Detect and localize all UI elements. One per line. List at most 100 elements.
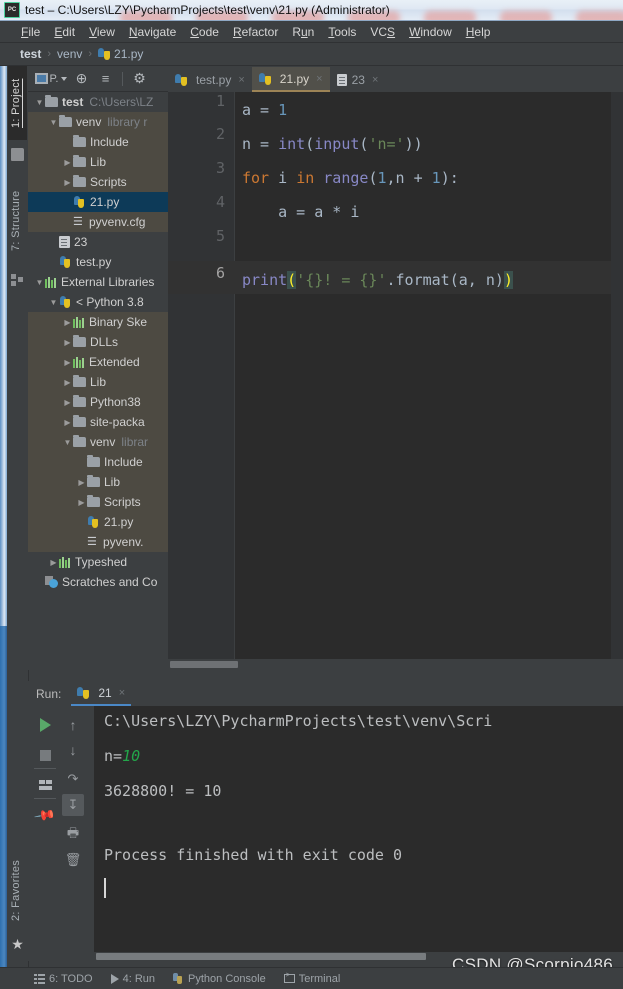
tree-row[interactable]: venv library r — [28, 112, 168, 132]
tree-toggle-arrow-icon[interactable] — [62, 398, 73, 407]
tree-row[interactable]: Lib — [28, 372, 168, 392]
tree-toggle-arrow-icon[interactable] — [62, 438, 73, 447]
console-output[interactable]: C:\Users\LZY\PycharmProjects\test\venv\S… — [94, 706, 623, 961]
editor-horizontal-scrollbar[interactable] — [168, 659, 623, 670]
project-view-selector[interactable]: P. — [34, 69, 68, 89]
layout-button[interactable] — [34, 774, 56, 796]
print-button[interactable]: 🖶 — [62, 822, 84, 844]
close-icon[interactable]: × — [316, 73, 322, 85]
code-area[interactable]: a = 1 n = int(input('n=')) for i in rang… — [234, 92, 623, 670]
tree-row[interactable]: External Libraries — [28, 272, 168, 292]
tree-row[interactable]: Scripts — [28, 172, 168, 192]
tree-row[interactable]: 23 — [28, 232, 168, 252]
breadcrumb-item-venv[interactable]: venv — [57, 47, 82, 61]
star-icon: ★ — [11, 936, 24, 952]
tree-row[interactable]: test C:\Users\LZ — [28, 92, 168, 112]
up-button[interactable]: ↑ — [62, 714, 84, 736]
settings-gear-icon[interactable]: ⚙ — [129, 69, 150, 89]
tree-row[interactable]: site-packa — [28, 412, 168, 432]
close-icon[interactable]: × — [119, 687, 125, 699]
tree-toggle-arrow-icon[interactable] — [62, 318, 73, 327]
tree-toggle-arrow-icon[interactable] — [34, 98, 45, 107]
tree-row[interactable]: Include — [28, 132, 168, 152]
down-button[interactable]: ↓ — [62, 739, 84, 761]
status-item-todo[interactable]: 6: TODO — [34, 973, 93, 985]
menu-item-help[interactable]: Help — [459, 23, 498, 41]
editor-right-gutter[interactable] — [611, 92, 623, 659]
code-line-1[interactable]: a = 1 — [234, 94, 623, 127]
tree-row[interactable]: Binary Ske — [28, 312, 168, 332]
tree-toggle-arrow-icon[interactable] — [76, 478, 87, 487]
tree-row[interactable]: Include — [28, 452, 168, 472]
menu-item-navigate[interactable]: Navigate — [122, 23, 183, 41]
close-icon[interactable]: × — [372, 74, 378, 86]
tree-row[interactable]: Python38 — [28, 392, 168, 412]
tree-row[interactable]: Typeshed — [28, 552, 168, 572]
tree-toggle-arrow-icon[interactable] — [62, 178, 73, 187]
tree-row[interactable]: Lib — [28, 472, 168, 492]
menu-item-code[interactable]: Code — [183, 23, 226, 41]
code-line-6[interactable]: print('{}! = {}'.format(a, n)) — [234, 264, 623, 297]
tree-row[interactable]: Lib — [28, 152, 168, 172]
tab-21-py[interactable]: 21.py × — [251, 67, 330, 92]
collapse-all-icon[interactable]: ≡ — [95, 69, 116, 89]
code-line-4[interactable]: a = a * i — [234, 196, 623, 229]
run-tab-21[interactable]: 21 × — [71, 682, 132, 706]
tree-toggle-arrow-icon[interactable] — [76, 498, 87, 507]
tree-row[interactable]: < Python 3.8 — [28, 292, 168, 312]
scroll-to-end-button[interactable]: ↧ — [62, 794, 84, 816]
tree-row[interactable]: Scripts — [28, 492, 168, 512]
scrollbar-thumb[interactable] — [96, 953, 426, 960]
tree-toggle-arrow-icon[interactable] — [62, 158, 73, 167]
tab-test-py[interactable]: test.py × — [168, 67, 252, 92]
tree-row[interactable]: ☰ pyvenv. — [28, 532, 168, 552]
tree-toggle-arrow-icon[interactable] — [34, 278, 45, 287]
code-line-3[interactable]: for i in range(1,n + 1): — [234, 162, 623, 195]
menu-item-vcs[interactable]: VCS — [363, 23, 402, 41]
menu-item-refactor[interactable]: Refactor — [226, 23, 285, 41]
status-item-terminal[interactable]: Terminal — [283, 972, 340, 985]
tree-toggle-arrow-icon[interactable] — [62, 378, 73, 387]
tree-toggle-arrow-icon[interactable] — [62, 338, 73, 347]
locate-file-icon[interactable]: ⊕ — [71, 69, 92, 89]
tab-23[interactable]: 23 × — [330, 67, 386, 92]
tree-toggle-arrow-icon[interactable] — [62, 418, 73, 427]
sidebar-tab-project[interactable]: 1: Project — [8, 66, 27, 140]
tree-toggle-arrow-icon[interactable] — [48, 558, 59, 567]
close-icon[interactable]: × — [238, 74, 244, 86]
code-line-2[interactable]: n = int(input('n=')) — [234, 128, 623, 161]
status-item-run[interactable]: 4: Run — [110, 973, 155, 985]
tree-row[interactable]: venv librar — [28, 432, 168, 452]
menu-item-edit[interactable]: Edit — [47, 23, 82, 41]
tree-row[interactable]: ☰ pyvenv.cfg — [28, 212, 168, 232]
code-line-5[interactable] — [234, 230, 623, 263]
menu-item-window[interactable]: Window — [402, 23, 459, 41]
tree-row[interactable]: Scratches and Co — [28, 572, 168, 592]
project-tree[interactable]: test C:\Users\LZ venv library r Include Lib Sc… — [28, 92, 168, 670]
pin-tab-button[interactable]: 📌 — [34, 803, 57, 826]
tree-row[interactable]: DLLs — [28, 332, 168, 352]
menu-item-run[interactable]: Run — [285, 23, 321, 41]
status-item-python-console[interactable]: Python Console — [173, 973, 266, 985]
rerun-button[interactable] — [34, 714, 56, 736]
code-editor[interactable]: 1 2 3 4 5 6 a = 1 n = int(input('n=')) f… — [168, 92, 623, 670]
editor-gutter[interactable]: 1 2 3 4 5 6 — [168, 92, 235, 670]
soft-wrap-button[interactable]: ↷ — [62, 768, 84, 790]
menu-item-file[interactable]: File — [14, 23, 47, 41]
breadcrumb-item-file[interactable]: 21.py — [114, 47, 143, 61]
tree-row[interactable]: test.py — [28, 252, 168, 272]
menu-item-view[interactable]: View — [82, 23, 122, 41]
tree-toggle-arrow-icon[interactable] — [48, 298, 59, 307]
menu-item-tools[interactable]: Tools — [321, 23, 363, 41]
tree-toggle-arrow-icon[interactable] — [62, 358, 73, 367]
sidebar-tab-structure[interactable]: 7: Structure — [8, 176, 27, 266]
tree-row[interactable]: 21.py — [28, 512, 168, 532]
stop-button[interactable] — [34, 744, 56, 766]
breadcrumb-item-project[interactable]: test — [20, 47, 41, 61]
scrollbar-thumb[interactable] — [170, 661, 238, 668]
tree-row[interactable]: 21.py — [28, 192, 168, 212]
clear-all-button[interactable]: 🗑 — [62, 849, 84, 871]
sidebar-tab-favorites[interactable]: 2: Favorites — [8, 846, 27, 934]
tree-toggle-arrow-icon[interactable] — [48, 118, 59, 127]
tree-row[interactable]: Extended — [28, 352, 168, 372]
